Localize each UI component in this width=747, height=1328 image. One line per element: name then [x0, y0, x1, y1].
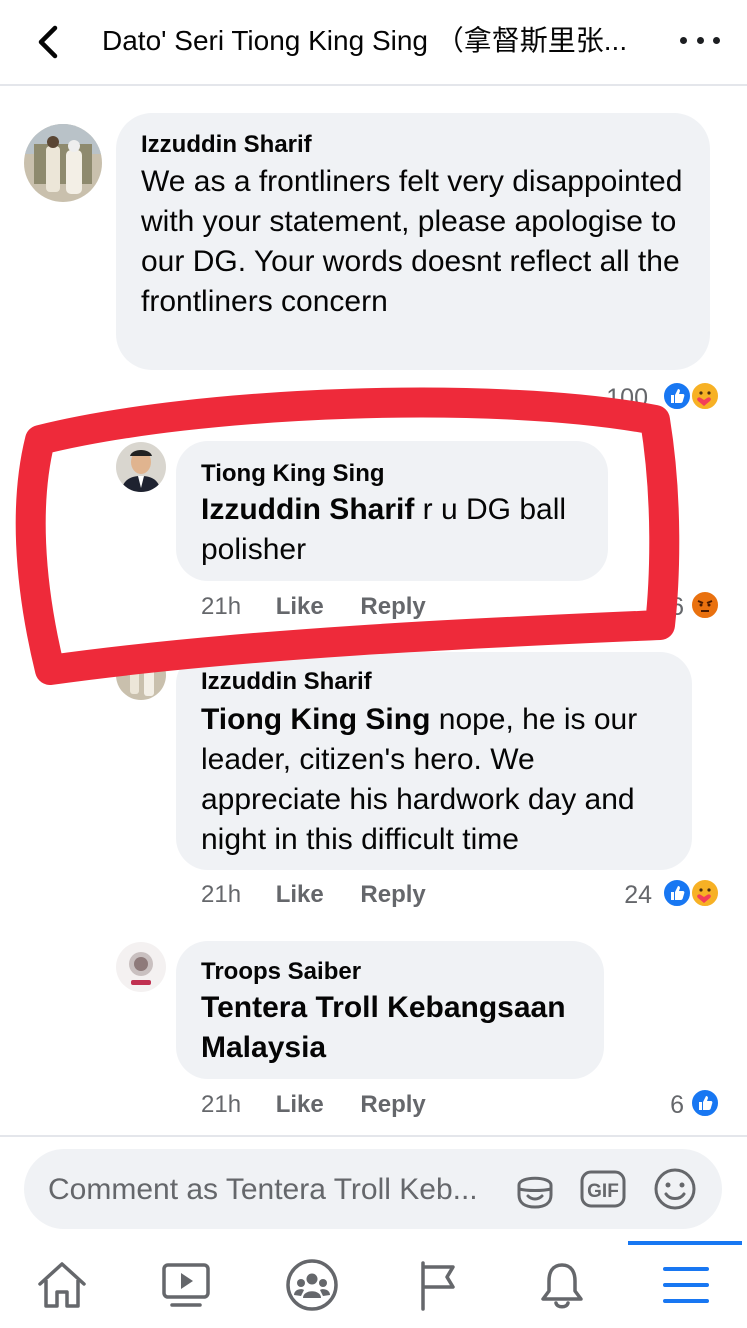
like-button[interactable]: Like	[276, 1091, 324, 1118]
bottom-tab-bar	[0, 1241, 747, 1328]
avatar[interactable]	[116, 442, 166, 492]
emoji-button[interactable]	[652, 1166, 698, 1212]
like-button[interactable]: Like	[276, 593, 324, 620]
care-reaction-icon	[690, 381, 720, 411]
comment-actions: 21h Like Reply	[201, 593, 426, 621]
groups-icon	[286, 1259, 338, 1311]
chevron-left-icon	[38, 25, 58, 59]
tab-notifications[interactable]	[532, 1257, 592, 1313]
notifications-icon	[541, 1263, 583, 1309]
gif-label: GIF	[587, 1181, 619, 1202]
comment-time[interactable]: 21h	[201, 1091, 241, 1118]
like-button[interactable]: Like	[276, 881, 324, 908]
comment-text: We as a frontliners felt very disappoint…	[141, 165, 683, 318]
emoji-icon	[654, 1168, 696, 1210]
tab-pages[interactable]	[408, 1257, 468, 1313]
tab-home[interactable]	[32, 1257, 92, 1313]
comment-time[interactable]: 21h	[201, 593, 241, 620]
comment-actions: 21h Like Reply	[201, 881, 426, 909]
more-options-button[interactable]	[680, 30, 720, 50]
tab-groups[interactable]	[282, 1257, 342, 1313]
comment-author[interactable]: Izzuddin Sharif	[141, 131, 312, 159]
tab-menu[interactable]	[656, 1257, 716, 1313]
like-reaction-icon	[662, 381, 692, 411]
comment-text: Tentera Troll Kebangsaan Malaysia	[201, 991, 566, 1064]
avatar[interactable]	[116, 650, 166, 700]
comment-actions: 21h Like Reply	[201, 1091, 426, 1119]
avatar[interactable]	[116, 942, 166, 992]
care-reaction-icon	[690, 878, 720, 908]
active-tab-indicator	[628, 1241, 742, 1245]
page-title: Dato' Seri Tiong King Sing （拿督斯里张...	[102, 25, 628, 56]
tab-watch[interactable]	[156, 1257, 216, 1313]
mention-link[interactable]: Tiong King Sing	[201, 703, 430, 736]
gif-icon: GIF	[580, 1170, 626, 1208]
reaction-count[interactable]: 24	[600, 881, 652, 909]
comment-author[interactable]: Izzuddin Sharif	[201, 668, 372, 696]
comment-text: Tiong King Sing nope, he is our leader, …	[201, 703, 638, 856]
comment-author[interactable]: Troops Saiber	[201, 958, 361, 986]
reply-button[interactable]: Reply	[360, 1091, 425, 1118]
top-bar: Dato' Seri Tiong King Sing （拿督斯里张...	[0, 0, 747, 86]
comment-time[interactable]: 21h	[201, 881, 241, 908]
reply-button[interactable]: Reply	[360, 593, 425, 620]
watch-icon	[162, 1263, 210, 1307]
like-reaction-icon	[690, 1088, 720, 1118]
pages-icon	[421, 1261, 455, 1311]
reaction-count[interactable]: 100	[596, 384, 648, 412]
reaction-count[interactable]: 6	[640, 593, 684, 621]
comment-author[interactable]: Tiong King Sing	[201, 460, 385, 488]
comment-input[interactable]	[48, 1170, 508, 1210]
angry-reaction-icon	[690, 590, 720, 620]
like-reaction-icon	[662, 878, 692, 908]
mention-link[interactable]: Izzuddin Sharif	[201, 493, 414, 526]
menu-icon	[663, 1267, 709, 1303]
back-button[interactable]	[30, 22, 66, 62]
reaction-count[interactable]: 6	[640, 1091, 684, 1119]
comment-text: Izzuddin Sharif r u DG ball polisher	[201, 493, 567, 566]
home-icon	[38, 1262, 86, 1308]
gif-button[interactable]: GIF	[580, 1166, 626, 1212]
reply-button[interactable]: Reply	[360, 881, 425, 908]
sticker-button[interactable]	[512, 1166, 558, 1212]
avatar[interactable]	[24, 124, 102, 202]
ellipsis-icon	[680, 36, 687, 44]
sticker-icon	[517, 1176, 553, 1209]
